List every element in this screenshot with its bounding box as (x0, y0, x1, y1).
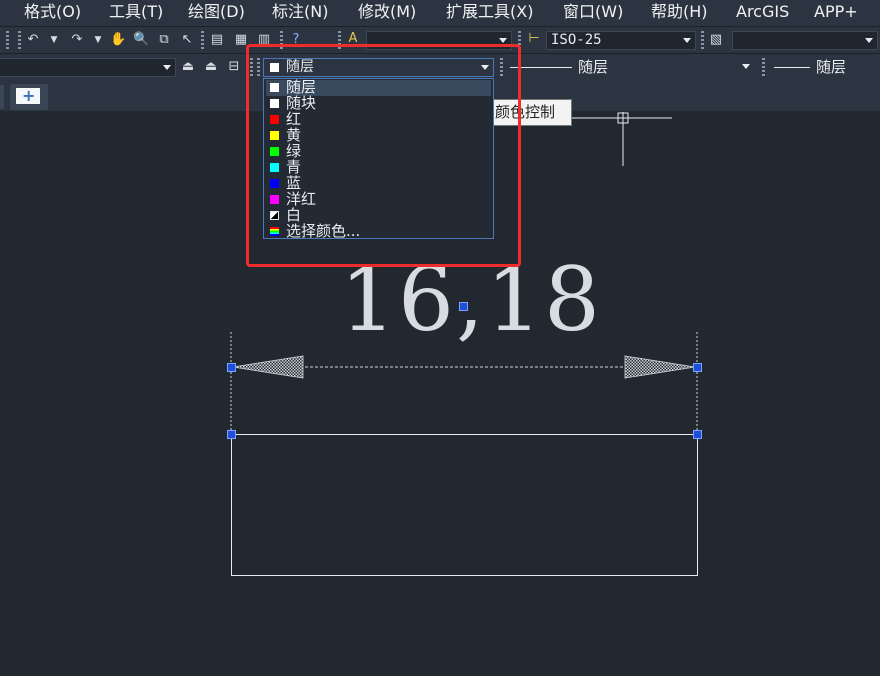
grip-origin-right[interactable] (693, 430, 702, 439)
arrowhead-right (624, 355, 696, 379)
grip-dimension-text[interactable] (459, 302, 468, 311)
grip-dimension-left[interactable] (227, 363, 236, 372)
rectangle-shape[interactable] (231, 434, 698, 576)
grip-dimension-right[interactable] (693, 363, 702, 372)
grip-origin-left[interactable] (227, 430, 236, 439)
arrowhead-left (232, 355, 304, 379)
highlight-annotation-box (246, 44, 521, 267)
